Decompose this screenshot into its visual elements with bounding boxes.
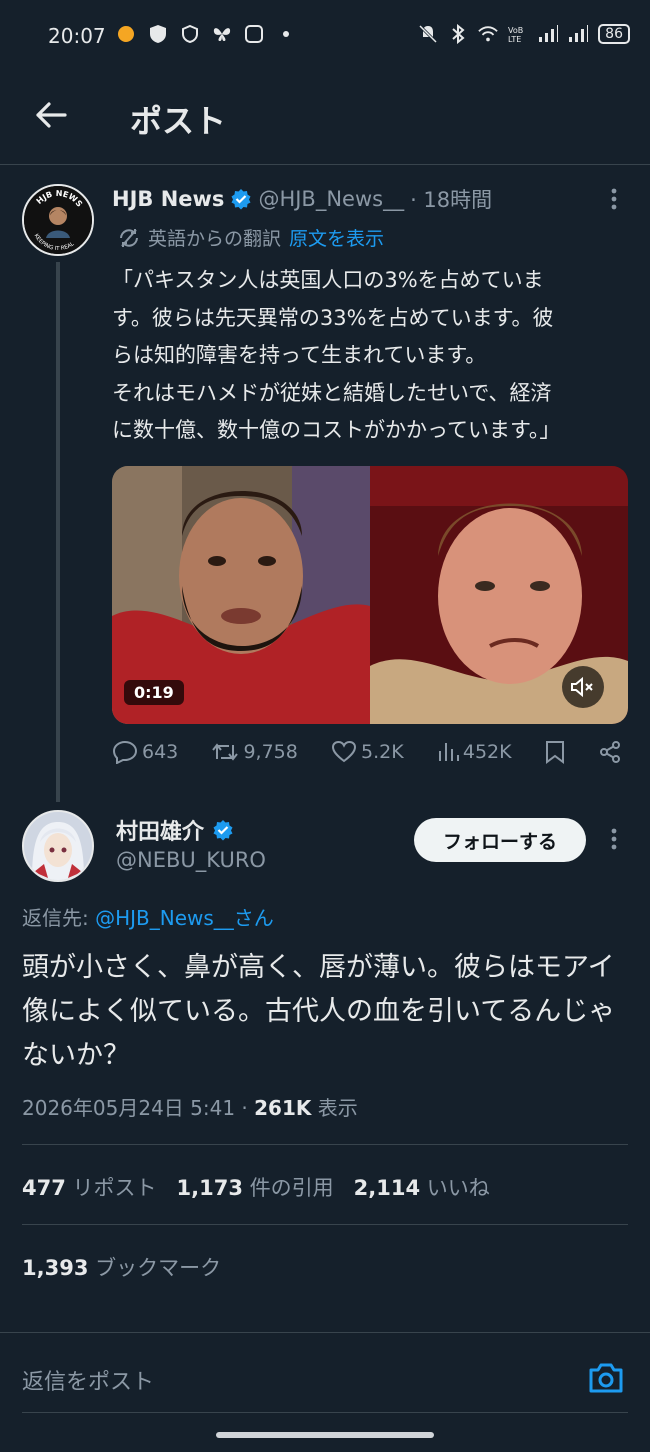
tweet-header: HJB News @HJB_News__ · 18時間 bbox=[112, 184, 492, 214]
reply-views-count: 261K bbox=[254, 1096, 312, 1120]
back-arrow-icon bbox=[36, 102, 67, 128]
page-title: ポスト bbox=[130, 102, 227, 140]
verified-badge-icon bbox=[213, 820, 233, 841]
reply-compose-input[interactable]: 返信をポスト bbox=[22, 1364, 154, 1396]
tweet-avatar[interactable]: HJB NEWS KEEPING IT REAL bbox=[22, 184, 94, 256]
bluetooth-icon bbox=[448, 24, 468, 44]
camera-button[interactable] bbox=[586, 1358, 626, 1398]
share-action[interactable] bbox=[598, 740, 622, 764]
camera-icon bbox=[589, 1363, 623, 1393]
svg-text:LTE: LTE bbox=[508, 35, 521, 43]
speaker-muted-icon bbox=[571, 676, 593, 698]
reply-text: 頭が小さく、鼻が高く、唇が薄い。彼らはモアイ像によく似ている。古代人の血を引いて… bbox=[22, 952, 616, 1071]
quotes-stat-label: 件の引用 bbox=[249, 1176, 334, 1200]
stats-divider bbox=[22, 1224, 628, 1225]
reply-count: 643 bbox=[142, 741, 179, 763]
views-chart-icon bbox=[438, 743, 459, 761]
status-icons-right: VoB LTE 86 bbox=[418, 24, 630, 44]
tweet-more-button[interactable] bbox=[602, 182, 626, 216]
translation-row: 英語からの翻訳 原文を表示 bbox=[118, 224, 384, 251]
tweet-text: 「パキスタン人は英国人口の3%を占めていま す。彼らは先天異常の33%を占めてい… bbox=[112, 268, 561, 442]
wifi-icon bbox=[478, 24, 498, 44]
avatar-image: HJB NEWS KEEPING IT REAL bbox=[24, 186, 92, 254]
reply-to-prefix: 返信先: bbox=[22, 906, 89, 930]
shield-outline-icon bbox=[180, 24, 200, 44]
verified-badge-icon bbox=[231, 189, 251, 210]
repost-count: 9,758 bbox=[243, 741, 298, 763]
author-name[interactable]: HJB News bbox=[112, 187, 224, 211]
likes-stat-count: 2,114 bbox=[353, 1176, 421, 1200]
reply-to-line: 返信先: @HJB_News__さん bbox=[22, 902, 274, 931]
more-vertical-icon bbox=[611, 828, 617, 850]
bookmark-icon bbox=[545, 741, 564, 764]
like-action[interactable]: 5.2K bbox=[331, 740, 404, 764]
translate-icon bbox=[120, 228, 138, 247]
mute-bell-icon bbox=[418, 24, 438, 44]
meta-divider bbox=[22, 1144, 628, 1145]
reposts-stat-label: リポスト bbox=[72, 1176, 157, 1200]
dot-icon bbox=[276, 24, 296, 44]
heart-icon bbox=[332, 740, 357, 763]
compose-bottom-divider bbox=[22, 1412, 628, 1413]
video-duration: 0:19 bbox=[124, 680, 184, 705]
reply-date[interactable]: 2026年05月24日 5:41 · bbox=[22, 1096, 254, 1120]
bookmarks-stat[interactable]: 1,393 ブックマーク bbox=[22, 1252, 221, 1282]
mute-button[interactable] bbox=[562, 666, 604, 708]
app-icon bbox=[244, 24, 264, 44]
share-icon bbox=[599, 741, 620, 763]
reply-author-row: 村田雄介 bbox=[116, 814, 234, 846]
shield-icon bbox=[148, 24, 168, 44]
butterfly-icon bbox=[212, 24, 232, 44]
engagement-stats: 477 リポスト 1,173 件の引用 2,114 いいね bbox=[22, 1172, 490, 1202]
reply-views-label: 表示 bbox=[311, 1096, 358, 1120]
status-icons-left bbox=[116, 24, 296, 44]
follow-button[interactable]: フォローする bbox=[414, 818, 586, 862]
more-vertical-icon bbox=[611, 188, 617, 210]
svg-text:VoB: VoB bbox=[508, 26, 523, 35]
reply-to-handle[interactable]: @HJB_News__さん bbox=[95, 906, 274, 930]
tweet-time: · 18時間 bbox=[410, 188, 493, 212]
likes-stat-label: いいね bbox=[426, 1176, 490, 1200]
thread-line bbox=[56, 262, 60, 802]
status-time: 20:07 bbox=[48, 24, 106, 48]
reply-more-button[interactable] bbox=[602, 822, 626, 856]
bookmarks-stat-count: 1,393 bbox=[22, 1256, 89, 1280]
quotes-stat-count: 1,173 bbox=[176, 1176, 243, 1200]
repost-action[interactable]: 9,758 bbox=[211, 741, 298, 763]
views-action[interactable]: 452K bbox=[437, 741, 512, 763]
bookmark-action[interactable] bbox=[545, 740, 565, 764]
reply-icon bbox=[112, 740, 138, 764]
like-count: 5.2K bbox=[361, 741, 404, 763]
quotes-stat[interactable]: 1,173 件の引用 bbox=[177, 1172, 334, 1202]
signal-icon bbox=[538, 24, 559, 44]
reply-avatar[interactable] bbox=[22, 810, 94, 882]
tweet-actions: 643 9,758 5.2K 452K bbox=[112, 740, 622, 764]
header-divider bbox=[0, 164, 650, 165]
volte-icon: VoB LTE bbox=[508, 24, 528, 44]
reply-author-name[interactable]: 村田雄介 bbox=[116, 814, 204, 846]
reposts-stat[interactable]: 477 リポスト bbox=[22, 1172, 157, 1202]
home-indicator[interactable] bbox=[216, 1432, 434, 1438]
battery-indicator: 86 bbox=[598, 24, 630, 44]
reply-author-handle[interactable]: @NEBU_KURO bbox=[116, 848, 266, 872]
repost-icon bbox=[212, 743, 239, 761]
app-notification-icon bbox=[116, 24, 136, 44]
tweet-video[interactable] bbox=[112, 466, 628, 724]
screen: 20:07 VoB LTE 86 ポスト HJB NEWS KEEPING IT… bbox=[0, 0, 650, 1452]
reply-action[interactable]: 643 bbox=[112, 740, 178, 764]
translated-label: 英語からの翻訳 bbox=[148, 228, 282, 250]
bookmarks-stat-label: ブックマーク bbox=[95, 1256, 222, 1280]
reply-meta: 2026年05月24日 5:41 · 261K 表示 bbox=[22, 1092, 358, 1121]
back-button[interactable] bbox=[28, 92, 74, 138]
avatar-image bbox=[24, 812, 92, 880]
show-original-link[interactable]: 原文を表示 bbox=[289, 224, 384, 251]
signal-icon-2 bbox=[568, 24, 589, 44]
author-handle[interactable]: @HJB_News__ bbox=[258, 187, 404, 211]
views-count: 452K bbox=[462, 741, 512, 763]
compose-divider bbox=[0, 1332, 650, 1333]
reposts-stat-count: 477 bbox=[22, 1176, 66, 1200]
likes-stat[interactable]: 2,114 いいね bbox=[354, 1172, 490, 1202]
